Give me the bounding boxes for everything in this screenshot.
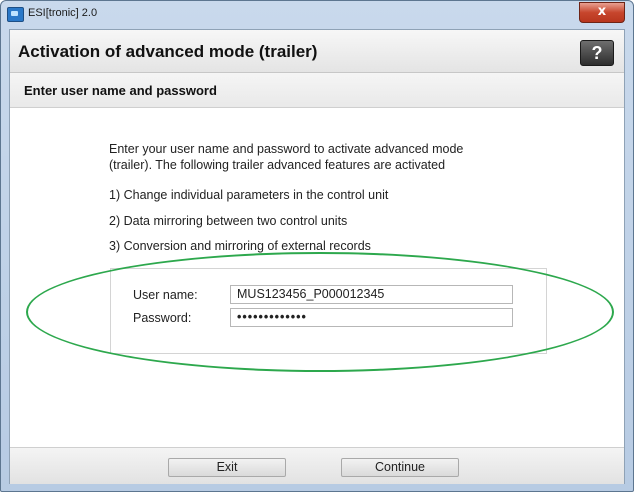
- intro-text: Enter your user name and password to act…: [109, 142, 464, 172]
- dialog-footer: Exit Continue: [10, 447, 624, 484]
- close-icon: x: [597, 4, 607, 19]
- page-title: Activation of advanced mode (trailer): [18, 42, 318, 61]
- app-icon: [7, 7, 24, 22]
- window-title: ESI[tronic] 2.0: [28, 7, 98, 19]
- exit-button[interactable]: Exit: [168, 458, 286, 477]
- section-header: Enter user name and password: [10, 73, 624, 108]
- continue-button[interactable]: Continue: [341, 458, 459, 477]
- username-label: User name:: [133, 288, 198, 302]
- dialog-window: ESI[tronic] 2.0 x Activation of advanced…: [0, 0, 634, 492]
- feature-item-3: 3) Conversion and mirroring of external …: [109, 239, 371, 253]
- password-label: Password:: [133, 311, 192, 325]
- close-button[interactable]: x: [579, 2, 625, 23]
- feature-item-1: 1) Change individual parameters in the c…: [109, 188, 389, 202]
- help-icon: ?: [591, 43, 603, 63]
- password-field[interactable]: •••••••••••••: [230, 308, 513, 327]
- feature-item-2: 2) Data mirroring between two control un…: [109, 214, 348, 228]
- dialog-client-area: Activation of advanced mode (trailer) ? …: [9, 29, 625, 484]
- title-bar[interactable]: ESI[tronic] 2.0 x: [1, 1, 633, 27]
- section-title: Enter user name and password: [24, 83, 217, 98]
- credentials-panel: User name: MUS123456_P000012345 Password…: [110, 268, 547, 354]
- dialog-header: Activation of advanced mode (trailer) ?: [10, 30, 624, 73]
- help-button[interactable]: ?: [580, 40, 614, 66]
- username-field[interactable]: MUS123456_P000012345: [230, 285, 513, 304]
